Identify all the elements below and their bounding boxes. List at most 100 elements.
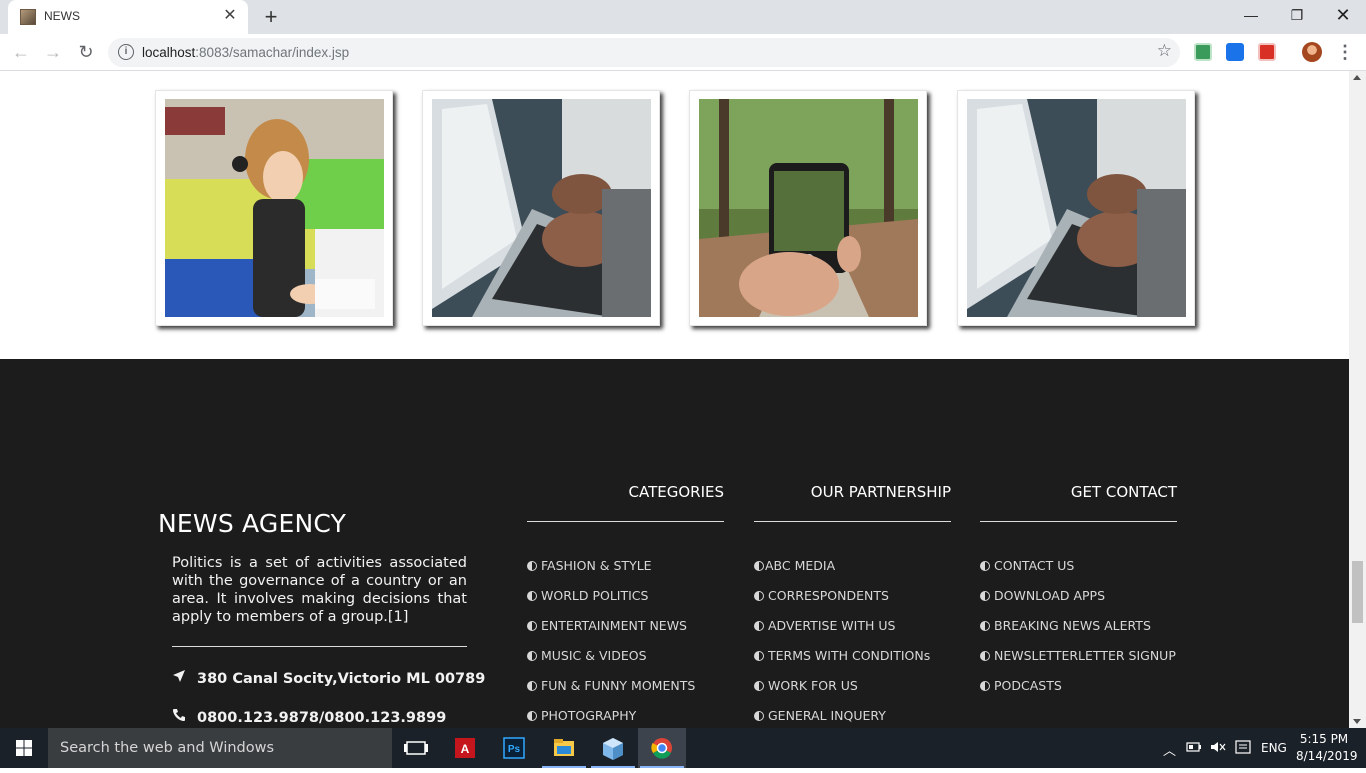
footer-column-contact: GET CONTACT CONTACT US DOWNLOAD APPS BRE… [980,483,1177,708]
bookmark-star-icon[interactable]: ☆ [1157,41,1172,61]
footer-link[interactable]: DOWNLOAD APPS [980,588,1177,618]
phone-icon [172,708,197,726]
footer-link[interactable]: ABC MEDIA [754,558,951,588]
half-circle-icon [980,621,990,631]
footer-address: 380 Canal Socity,Victorio ML 00789 [172,669,485,687]
site-footer: NEWS AGENCY Politics is a set of activit… [0,359,1349,728]
3d-box-app-icon[interactable] [589,728,637,768]
system-clock[interactable]: 5:15 PM 8/14/2019 [1296,731,1358,765]
close-tab-icon[interactable]: ✕ [220,6,240,26]
footer-link[interactable]: NEWSLETTERLETTER SIGNUP [980,648,1177,678]
volume-muted-icon[interactable] [1210,740,1226,757]
footer-link[interactable]: ENTERTAINMENT NEWS [527,618,724,648]
tab-title: NEWS [44,9,80,23]
battery-icon[interactable] [1186,740,1202,757]
column-heading: CATEGORIES [628,483,725,501]
girl-drawing-photo [165,99,384,317]
scroll-down-arrow-icon[interactable] [1353,719,1361,724]
footer-phone: 0800.123.9878/0800.123.9899 [172,708,446,726]
footer-about-text: Politics is a set of activities associat… [172,555,467,625]
half-circle-icon [527,711,537,721]
footer-link[interactable]: TERMS WITH CONDITIONs [754,648,951,678]
half-circle-icon [527,651,537,661]
photoshop-app-icon[interactable]: Ps [490,728,538,768]
gallery-card[interactable] [957,90,1195,326]
footer-link[interactable]: CONTACT US [980,558,1177,588]
footer-link[interactable]: GENERAL INQUERY [754,708,951,728]
half-circle-icon [527,561,537,571]
page-scrollbar[interactable] [1349,71,1366,728]
taskbar-search-input[interactable]: Search the web and Windows [48,728,392,768]
windows-start-icon[interactable] [0,728,48,768]
input-language[interactable]: ENG [1261,741,1287,755]
column-divider [754,521,951,522]
chrome-app-icon[interactable] [638,728,686,768]
address-bar[interactable]: i localhost:8083/samachar/index.jsp ☆ [108,38,1180,67]
column-heading: OUR PARTNERSHIP [810,483,951,501]
footer-link[interactable]: ADVERTISE WITH US [754,618,951,648]
phone-in-forest-photo [699,99,918,317]
tray-chevron-up-icon[interactable]: ︿ [1163,740,1176,759]
restore-icon[interactable]: ❐ [1274,0,1320,30]
photo-gallery [0,71,1349,359]
svg-text:Ps: Ps [508,744,521,755]
url-host: localhost [142,45,196,60]
url-text[interactable]: localhost:8083/samachar/index.jsp [142,45,349,60]
extension-search-icon[interactable] [1226,43,1244,61]
half-circle-icon [754,591,764,601]
half-circle-icon [980,651,990,661]
back-arrow-icon[interactable]: ← [8,39,34,65]
gallery-card[interactable] [422,90,660,326]
extension-sheets-icon[interactable] [1194,43,1212,61]
half-circle-icon [754,711,764,721]
footer-link[interactable]: FUN & FUNNY MOMENTS [527,678,724,708]
windows-taskbar: Search the web and Windows A Ps ︿ ENG 5:… [0,728,1366,768]
acrobat-app-icon[interactable]: A [441,728,489,768]
file-explorer-icon[interactable] [540,728,588,768]
browser-menu-icon[interactable]: ⋮ [1336,42,1354,62]
footer-link[interactable]: WORK FOR US [754,678,951,708]
footer-link[interactable]: PHOTOGRAPHY [527,708,724,728]
url-path: :8083/samachar/index.jsp [195,45,350,60]
footer-link[interactable]: CORRESPONDENTS [754,588,951,618]
footer-link[interactable]: BREAKING NEWS ALERTS [980,618,1177,648]
footer-link[interactable]: MUSIC & VIDEOS [527,648,724,678]
reload-icon[interactable]: ↻ [73,39,99,65]
browser-tab-strip: NEWS ✕ + — ❐ ✕ [0,0,1366,34]
half-circle-icon [754,621,764,631]
half-circle-icon [527,591,537,601]
gallery-card[interactable] [155,90,393,326]
footer-link[interactable]: WORLD POLITICS [527,588,724,618]
half-circle-icon [980,681,990,691]
footer-divider [172,646,467,647]
task-view-icon[interactable] [392,728,440,768]
page-favicon-icon [20,9,36,25]
page-viewport: NEWS AGENCY Politics is a set of activit… [0,71,1349,728]
search-placeholder: Search the web and Windows [60,740,275,756]
profile-avatar[interactable] [1302,42,1322,62]
footer-link[interactable]: PODCASTS [980,678,1177,708]
footer-link[interactable]: FASHION & STYLE [527,558,724,588]
half-circle-icon [527,681,537,691]
scroll-up-arrow-icon[interactable] [1353,75,1361,80]
forward-arrow-icon[interactable]: → [40,39,66,65]
phone-text: 0800.123.9878/0800.123.9899 [197,710,447,726]
column-divider [527,521,724,522]
clock-time: 5:15 PM [1299,732,1349,746]
footer-brand: NEWS AGENCY [158,509,347,538]
browser-tab[interactable]: NEWS ✕ [8,0,248,34]
address-text: 380 Canal Socity,Victorio ML 00789 [197,671,486,687]
new-tab-icon[interactable]: + [258,4,284,30]
action-center-icon[interactable] [1235,740,1251,757]
laptop-typing-photo [967,99,1186,317]
svg-text:A: A [461,742,470,756]
site-info-icon[interactable]: i [118,44,134,60]
minimize-icon[interactable]: — [1228,0,1274,30]
half-circle-icon [527,621,537,631]
extension-pdf-icon[interactable] [1258,43,1276,61]
window-close-icon[interactable]: ✕ [1320,0,1366,30]
column-divider [980,521,1177,522]
scrollbar-thumb[interactable] [1352,561,1363,623]
gallery-card[interactable] [689,90,927,326]
footer-column-partnership: OUR PARTNERSHIP ABC MEDIA CORRESPONDENTS… [754,483,951,728]
